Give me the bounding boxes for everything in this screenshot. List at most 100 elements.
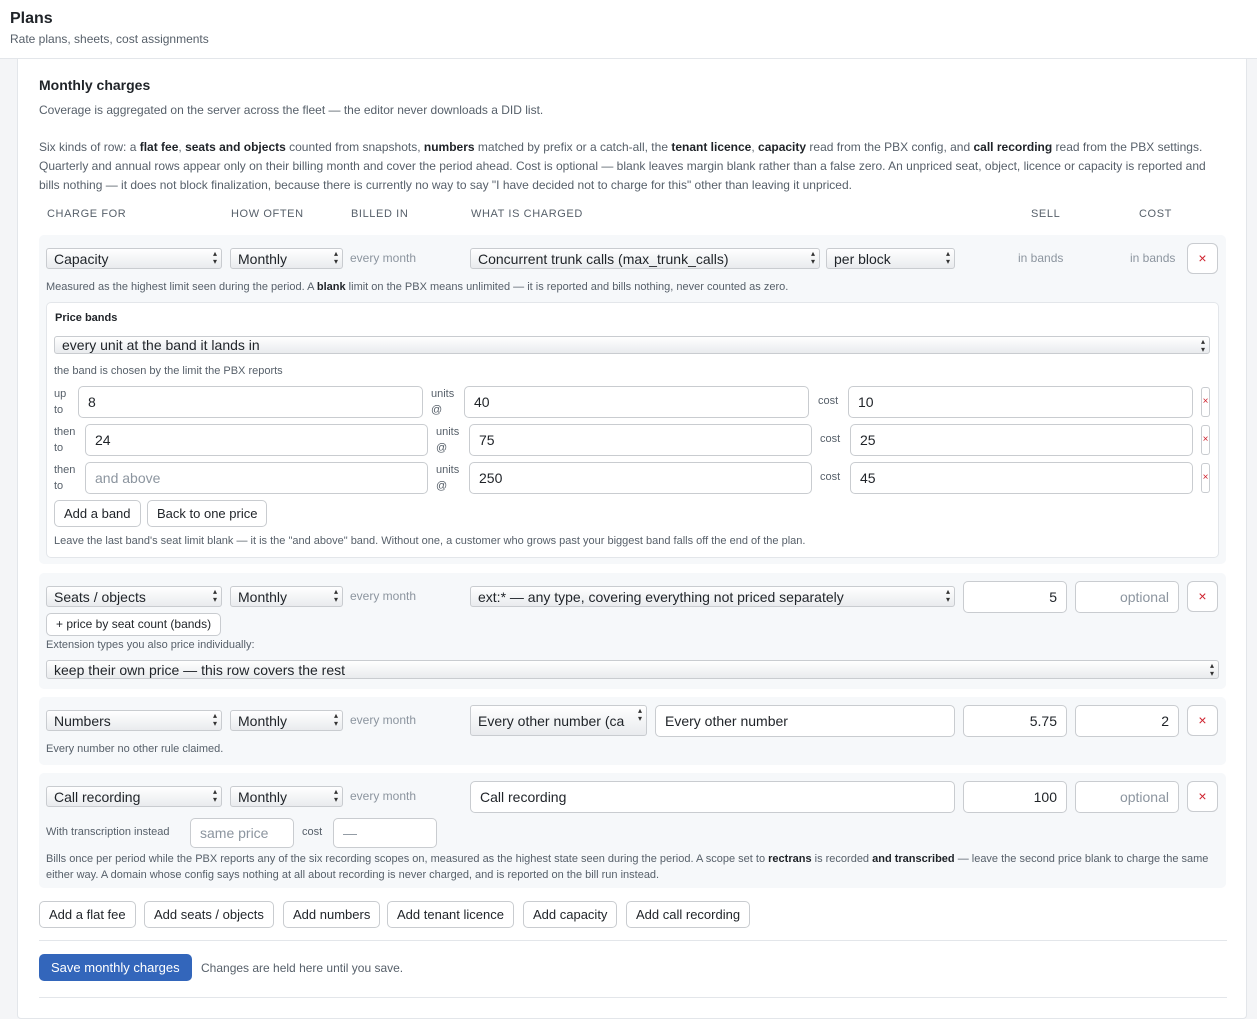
charge-kind-select[interactable]: Seats / objects <box>46 586 222 607</box>
close-icon: × <box>1198 788 1207 804</box>
bands-footer-note: Leave the last band's seat limit blank —… <box>54 535 806 547</box>
cost-input[interactable]: 2 <box>1075 705 1179 737</box>
extension-type-select[interactable]: ext:* — any type, covering everything no… <box>470 586 955 607</box>
cost-in-bands-text: in bands <box>1130 251 1176 265</box>
band-3-remove-button[interactable]: × <box>1201 463 1210 493</box>
billed-in-text: every month <box>350 589 417 603</box>
add-numbers-button[interactable]: Add numbers <box>283 901 381 928</box>
capacity-note: Measured as the highest limit seen durin… <box>46 281 789 293</box>
recording-name-input[interactable]: Call recording <box>470 781 955 813</box>
close-icon: × <box>1198 712 1207 728</box>
charge-row-seats: Seats / objects Monthly every month ext:… <box>39 573 1226 689</box>
divider <box>39 997 1227 998</box>
transcription-cost-label: cost <box>302 826 323 838</box>
divider <box>39 940 1227 941</box>
column-header-how-often: How often <box>231 208 304 220</box>
band-1-cost-input[interactable]: 10 <box>848 386 1193 418</box>
band-2-price-input[interactable]: 75 <box>469 424 812 456</box>
add-seats-objects-button[interactable]: Add seats / objects <box>144 901 274 928</box>
band-2-label: then to <box>54 426 76 454</box>
monthly-charges-card: Monthly charges Coverage is aggregated o… <box>17 59 1247 1019</box>
band-2-cost-input[interactable]: 25 <box>850 424 1193 456</box>
save-note: Changes are held here until you save. <box>201 961 404 975</box>
add-flat-fee-button[interactable]: Add a flat fee <box>39 901 136 928</box>
band-1-label: up to <box>54 388 67 416</box>
close-icon: × <box>1202 434 1209 445</box>
charge-kind-select[interactable]: Numbers <box>46 710 222 731</box>
charge-row-capacity: Capacity Monthly every month Concurrent … <box>39 235 1226 564</box>
extension-types-label: Extension types you also price individua… <box>46 639 255 651</box>
charge-kind-select[interactable]: Call recording <box>46 786 222 807</box>
capacity-unit-select[interactable]: per block <box>826 248 955 269</box>
back-to-one-price-button[interactable]: Back to one price <box>147 500 268 527</box>
price-bands-panel: Price bands every unit at the band it la… <box>46 302 1219 558</box>
transcription-price-input[interactable]: same price <box>190 818 294 848</box>
sell-price-input[interactable]: 5 <box>963 581 1067 613</box>
band-3-cost-label: cost <box>820 471 841 483</box>
band-2-remove-button[interactable]: × <box>1201 425 1210 455</box>
band-3-cost-input[interactable]: 45 <box>850 462 1193 494</box>
charge-kind-select[interactable]: Capacity <box>46 248 222 269</box>
add-tenant-licence-button[interactable]: Add tenant licence <box>387 901 514 928</box>
frequency-select[interactable]: Monthly <box>230 586 343 607</box>
cost-input[interactable]: optional <box>1075 581 1179 613</box>
charge-row-call-recording: Call recording Monthly every month Call … <box>39 773 1226 888</box>
band-2-cost-label: cost <box>820 433 841 445</box>
price-by-seat-count-button[interactable]: + price by seat count (bands) <box>46 613 222 636</box>
recording-note: Bills once per period while the PBX repo… <box>46 853 1209 881</box>
band-mode-note: the band is chosen by the limit the PBX … <box>54 365 283 377</box>
remove-row-button[interactable]: × <box>1187 781 1218 812</box>
band-3-price-input[interactable]: 250 <box>469 462 812 494</box>
billed-in-text: every month <box>350 251 417 265</box>
add-call-recording-button[interactable]: Add call recording <box>626 901 751 928</box>
band-2-limit-input[interactable]: 24 <box>85 424 428 456</box>
column-header-what-is-charged: What is charged <box>471 208 583 220</box>
remove-row-button[interactable]: × <box>1187 243 1218 274</box>
billed-in-text: every month <box>350 713 417 727</box>
frequency-select[interactable]: Monthly <box>230 248 343 269</box>
page-header: Plans Rate plans, sheets, cost assignmen… <box>0 0 1257 59</box>
column-header-billed-in: Billed in <box>351 208 409 220</box>
band-1-remove-button[interactable]: × <box>1201 387 1210 417</box>
frequency-select[interactable]: Monthly <box>230 786 343 807</box>
band-1-price-input[interactable]: 40 <box>464 386 809 418</box>
column-header-sell: Sell <box>1031 208 1061 220</box>
sell-price-input[interactable]: 5.75 <box>963 705 1067 737</box>
remove-row-button[interactable]: × <box>1187 581 1218 612</box>
cost-input[interactable]: optional <box>1075 781 1179 813</box>
page-title: Plans <box>10 10 53 27</box>
band-3-limit-input[interactable]: and above <box>85 462 428 494</box>
column-header-charge-for: Charge for <box>47 208 127 220</box>
page-subtitle: Rate plans, sheets, cost assignments <box>10 32 209 46</box>
close-icon: × <box>1198 588 1207 604</box>
close-icon: × <box>1202 472 1209 483</box>
band-3-label: then to <box>54 464 76 492</box>
numbers-note: Every number no other rule claimed. <box>46 743 224 755</box>
add-capacity-button[interactable]: Add capacity <box>523 901 618 928</box>
charge-row-numbers: Numbers Monthly every month Every other … <box>39 697 1226 765</box>
extension-mode-select[interactable]: keep their own price — this row covers t… <box>46 660 1219 679</box>
band-3-units-label: units @ <box>436 464 460 492</box>
band-1-cost-label: cost <box>818 395 839 407</box>
frequency-select[interactable]: Monthly <box>230 710 343 731</box>
close-icon: × <box>1198 250 1207 266</box>
billed-in-text: every month <box>350 789 417 803</box>
band-1-limit-input[interactable]: 8 <box>78 386 423 418</box>
price-bands-title: Price bands <box>55 312 118 324</box>
save-monthly-charges-button[interactable]: Save monthly charges <box>39 954 192 981</box>
band-2-units-label: units @ <box>436 426 460 454</box>
remove-row-button[interactable]: × <box>1187 705 1218 736</box>
transcription-cost-input[interactable]: — <box>333 818 437 848</box>
band-mode-select[interactable]: every unit at the band it lands in <box>54 336 1210 354</box>
number-rule-name-input[interactable]: Every other number <box>655 705 955 737</box>
section-intro: Coverage is aggregated on the server acr… <box>39 103 544 117</box>
column-header-cost: Cost <box>1139 208 1172 220</box>
number-match-select[interactable]: Every other number (ca <box>470 705 647 736</box>
sell-price-input[interactable]: 100 <box>963 781 1067 813</box>
capacity-metric-select[interactable]: Concurrent trunk calls (max_trunk_calls) <box>470 248 820 269</box>
close-icon: × <box>1202 396 1209 407</box>
transcription-label: With transcription instead <box>46 826 170 838</box>
add-band-button[interactable]: Add a band <box>54 500 141 527</box>
band-1-units-label: units @ <box>431 388 455 416</box>
sell-in-bands-text: in bands <box>1018 251 1064 265</box>
